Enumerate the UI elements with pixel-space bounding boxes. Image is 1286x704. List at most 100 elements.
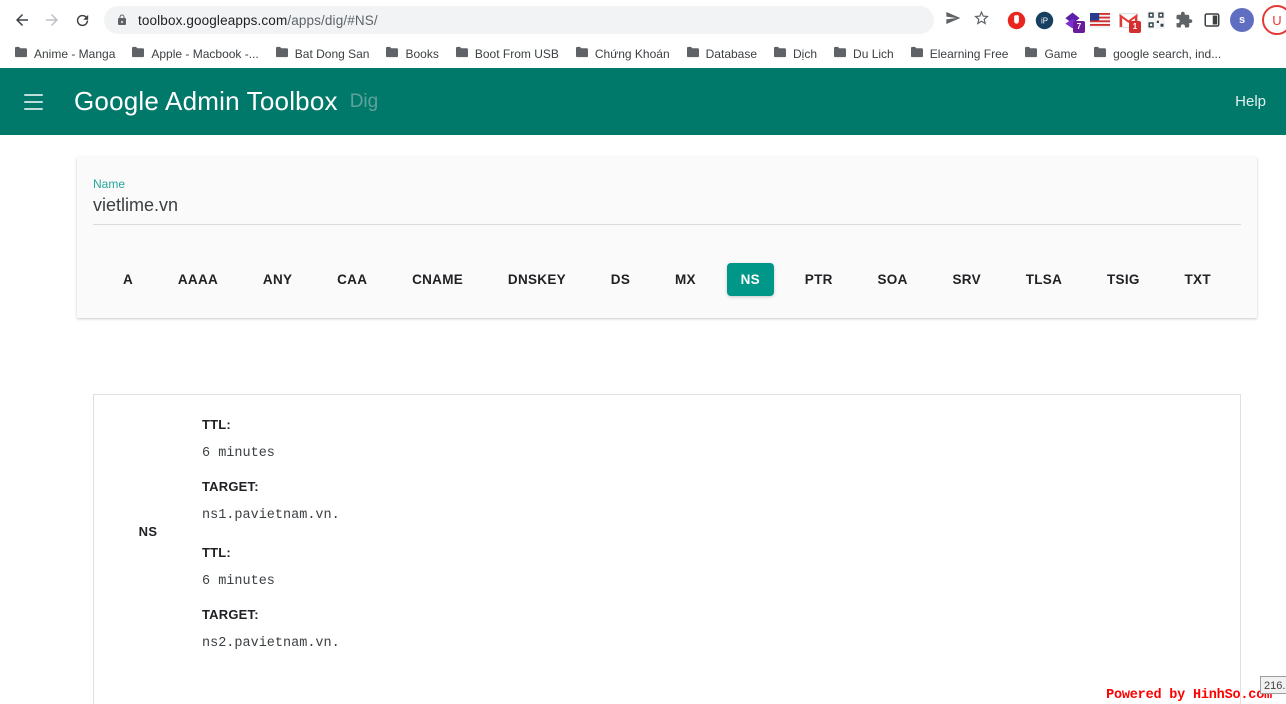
tab-a[interactable]: A bbox=[109, 263, 147, 296]
address-bar[interactable]: toolbox.googleapps.com/apps/dig/#NS/ bbox=[104, 6, 934, 34]
tab-dnskey[interactable]: DNSKEY bbox=[494, 263, 580, 296]
ttl-value: 6 minutes bbox=[202, 446, 275, 461]
folder-icon bbox=[14, 45, 28, 63]
folder-icon bbox=[385, 45, 399, 63]
folder-icon bbox=[910, 45, 924, 63]
folder-icon bbox=[575, 45, 589, 63]
extension-badge-count: 7 bbox=[1073, 21, 1085, 33]
ip-extension-icon[interactable]: iP bbox=[1034, 10, 1054, 30]
page-title: Google Admin Toolbox bbox=[74, 86, 338, 116]
record-list: TTL: 6 minutes TARGET: ns1.pavietnam.vn.… bbox=[202, 395, 1240, 667]
tab-tlsa[interactable]: TLSA bbox=[1012, 263, 1076, 296]
tab-ns[interactable]: NS bbox=[726, 263, 774, 296]
list-item: TTL: 6 minutes TARGET: ns1.pavietnam.vn. bbox=[202, 417, 1240, 545]
record-type-label: NS bbox=[138, 523, 158, 539]
share-button[interactable] bbox=[940, 7, 966, 33]
bookmark-item[interactable]: Chứng Khoán bbox=[567, 42, 678, 66]
gmail-checker-icon[interactable]: 1 bbox=[1118, 10, 1141, 33]
folder-icon bbox=[131, 45, 145, 63]
reload-icon bbox=[74, 12, 91, 29]
bookmark-label: Bat Dong San bbox=[294, 46, 370, 61]
watermark: Powered by HinhSo.com bbox=[1106, 688, 1272, 703]
ttl-label: TTL: bbox=[202, 417, 231, 432]
tab-srv[interactable]: SRV bbox=[938, 263, 994, 296]
target-value: ns2.pavietnam.vn. bbox=[202, 636, 340, 651]
tab-caa[interactable]: CAA bbox=[323, 263, 381, 296]
search-input[interactable] bbox=[93, 195, 1241, 225]
lock-icon bbox=[116, 13, 128, 27]
bookmark-item[interactable]: google search, ind... bbox=[1085, 42, 1229, 66]
arrow-forward-icon bbox=[43, 11, 61, 29]
table-row: NS TTL: 6 minutes TARGET: ns1.pavietnam.… bbox=[94, 395, 1240, 667]
reload-button[interactable] bbox=[68, 6, 96, 34]
search-card: Name A AAAA ANY CAA CNAME DNSKEY DS MX N… bbox=[77, 157, 1257, 318]
folder-icon bbox=[275, 45, 289, 63]
bookmark-item[interactable]: Database bbox=[678, 42, 765, 66]
tab-soa[interactable]: SOA bbox=[864, 263, 922, 296]
app-header: Google Admin Toolbox Dig Help bbox=[0, 68, 1286, 135]
tab-cname[interactable]: CNAME bbox=[398, 263, 477, 296]
gmail-unread-badge: 1 bbox=[1129, 21, 1141, 33]
qr-code-extension-icon[interactable] bbox=[1146, 10, 1166, 30]
bookmark-item[interactable]: Bat Dong San bbox=[267, 42, 378, 66]
tab-any[interactable]: ANY bbox=[249, 263, 306, 296]
adblock-stop-icon[interactable] bbox=[1006, 10, 1026, 30]
bookmark-label: Database bbox=[705, 46, 758, 61]
app-subtitle: Dig bbox=[349, 90, 379, 112]
url-path: /apps/dig/#NS/ bbox=[287, 12, 378, 28]
bookmark-item[interactable]: Dịch bbox=[765, 42, 825, 66]
folder-icon bbox=[1024, 45, 1038, 63]
folder-icon bbox=[773, 45, 787, 63]
us-flag-extension-icon[interactable] bbox=[1090, 10, 1110, 30]
avatar[interactable]: s bbox=[1230, 8, 1254, 32]
bookmark-label: Boot From USB bbox=[474, 46, 559, 61]
bookmark-item[interactable]: Apple - Macbook -... bbox=[123, 42, 266, 66]
back-button[interactable] bbox=[8, 6, 36, 34]
record-type-tabs: A AAAA ANY CAA CNAME DNSKEY DS MX NS PTR… bbox=[93, 263, 1241, 296]
help-link[interactable]: Help bbox=[1235, 93, 1266, 110]
target-label: TARGET: bbox=[202, 607, 259, 622]
bookmark-label: Du Lich bbox=[853, 46, 894, 61]
folder-icon bbox=[686, 45, 700, 63]
bookmark-label: Books bbox=[405, 46, 439, 61]
bookmarks-bar: Anime - Manga Apple - Macbook -... Bat D… bbox=[0, 40, 1286, 68]
url-domain: toolbox.googleapps.com bbox=[138, 12, 288, 28]
list-item: TTL: 6 minutes TARGET: ns2.pavietnam.vn. bbox=[202, 545, 1240, 651]
tab-txt[interactable]: TXT bbox=[1170, 263, 1224, 296]
bookmark-label: Dịch bbox=[793, 46, 818, 61]
profile-button[interactable]: U bbox=[1262, 5, 1286, 35]
browser-toolbar: toolbox.googleapps.com/apps/dig/#NS/ iP … bbox=[0, 0, 1286, 40]
url-text: toolbox.googleapps.com/apps/dig/#NS/ bbox=[138, 13, 378, 28]
forward-button[interactable] bbox=[38, 6, 66, 34]
svg-text:iP: iP bbox=[1040, 16, 1047, 25]
target-label: TARGET: bbox=[202, 479, 259, 494]
bookmark-item[interactable]: Anime - Manga bbox=[6, 42, 123, 66]
bookmark-button[interactable] bbox=[968, 7, 994, 33]
purple-diamond-extension-icon[interactable]: 7 bbox=[1062, 10, 1085, 33]
tab-tsig[interactable]: TSIG bbox=[1093, 263, 1154, 296]
star-icon bbox=[973, 9, 990, 31]
tab-ds[interactable]: DS bbox=[597, 263, 644, 296]
bookmark-item[interactable]: Game bbox=[1016, 42, 1085, 66]
bookmark-item[interactable]: Du Lich bbox=[825, 42, 902, 66]
extensions-strip: iP 7 1 s U bbox=[996, 5, 1286, 35]
ttl-value: 6 minutes bbox=[202, 574, 275, 589]
tab-ptr[interactable]: PTR bbox=[791, 263, 847, 296]
bookmark-label: Apple - Macbook -... bbox=[151, 46, 259, 61]
bookmark-item[interactable]: Boot From USB bbox=[447, 42, 567, 66]
tab-aaaa[interactable]: AAAA bbox=[164, 263, 232, 296]
hamburger-menu-icon[interactable] bbox=[14, 83, 52, 121]
bookmark-label: Elearning Free bbox=[929, 46, 1009, 61]
bookmark-label: Game bbox=[1044, 46, 1078, 61]
bookmark-item[interactable]: Elearning Free bbox=[902, 42, 1017, 66]
extensions-puzzle-icon[interactable] bbox=[1174, 10, 1194, 30]
tab-mx[interactable]: MX bbox=[661, 263, 710, 296]
side-panel-icon[interactable] bbox=[1202, 10, 1222, 30]
arrow-back-icon bbox=[13, 11, 31, 29]
share-send-icon bbox=[945, 10, 961, 31]
page-content: Name A AAAA ANY CAA CNAME DNSKEY DS MX N… bbox=[0, 135, 1286, 704]
name-field-wrapper: Name bbox=[93, 177, 1241, 225]
bookmark-label: Chứng Khoán bbox=[594, 46, 670, 61]
bookmark-item[interactable]: Books bbox=[377, 42, 446, 66]
corner-tooltip: 216.2 bbox=[1260, 676, 1286, 694]
